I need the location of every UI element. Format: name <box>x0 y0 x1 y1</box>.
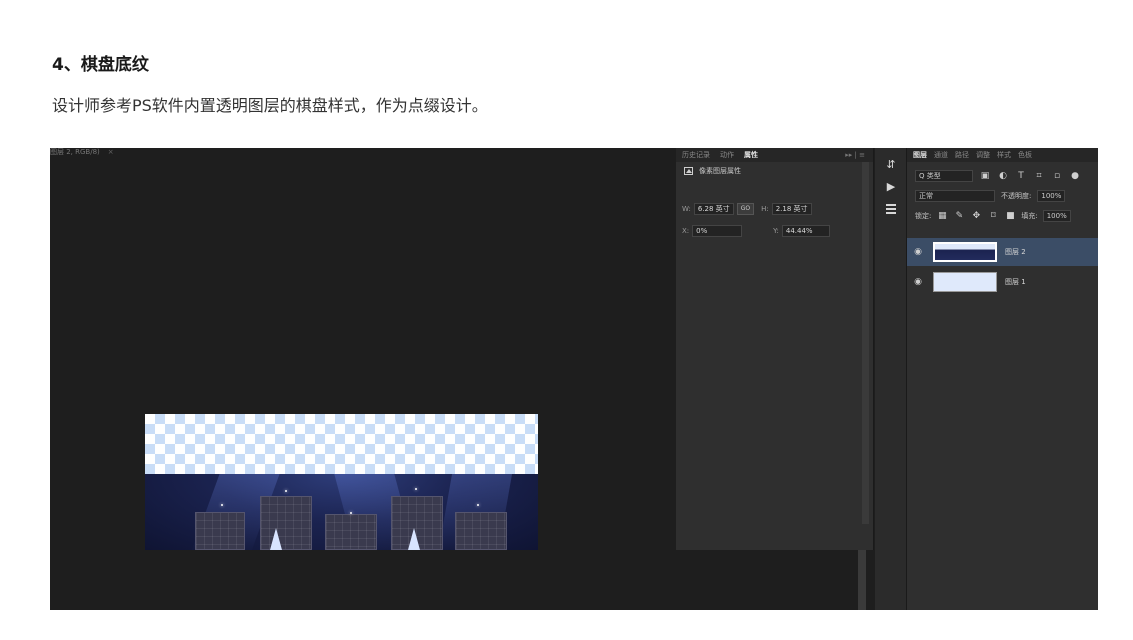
position-row: X: 0% Y: 44.44% <box>682 225 830 237</box>
properties-panel: 历史记录 动作 属性 ▸▸ | ≡ 像素图层属性 W: 6.28 英寸 GO H… <box>676 148 874 550</box>
layers-tabbar: 图层 通道 路径 调整 样式 色板 <box>907 148 1098 162</box>
sparkle <box>221 504 223 506</box>
tab-swatches[interactable]: 色板 <box>1018 150 1032 160</box>
height-label: H: <box>761 205 769 213</box>
play-icon[interactable]: ▶ <box>884 180 898 193</box>
layer-filter-row: Q 类型 ▣ ◐ T ⌗ ▫ ● <box>907 170 1098 182</box>
link-dimensions-button[interactable]: GO <box>736 203 755 215</box>
photoshop-screenshot: 图层 2, RGB/8) × 历史记录 动作 属性 ▸▸ | ≡ 像素图层属性 … <box>50 148 1098 610</box>
document-tab[interactable]: 图层 2, RGB/8) × <box>50 148 114 156</box>
tab-properties[interactable]: 属性 <box>744 150 758 160</box>
tab-layers[interactable]: 图层 <box>913 150 927 160</box>
smart-object-filter-icon[interactable]: ▫ <box>1051 171 1063 181</box>
canvas-image[interactable] <box>145 414 538 550</box>
filter-kind-select[interactable]: Q 类型 <box>915 170 973 182</box>
opacity-label: 不透明度: <box>1001 192 1032 200</box>
lock-label: 锁定: <box>915 212 932 220</box>
sparkle <box>477 504 479 506</box>
tab-adjustments[interactable]: 调整 <box>976 150 990 160</box>
properties-icon[interactable] <box>884 202 898 219</box>
gift-box <box>455 512 507 550</box>
layers-panel: 图层 通道 路径 调整 样式 色板 Q 类型 ▣ ◐ T ⌗ ▫ ● 正常 不透… <box>907 148 1098 610</box>
history-icon[interactable]: ⇵ <box>884 158 898 171</box>
gift-box <box>325 514 377 550</box>
lock-row: 锁定: ▦ ✎ ✥ ⌑ ■ 填充: 100% <box>907 210 1098 222</box>
section-heading: 4、棋盘底纹 <box>52 55 149 75</box>
properties-tabbar: 历史记录 动作 属性 ▸▸ | ≡ <box>676 148 873 162</box>
canvas-scrollbar[interactable] <box>858 550 866 610</box>
properties-subtitle: 像素图层属性 <box>699 167 741 175</box>
layer-name: 图层 2 <box>1005 248 1026 256</box>
opacity-field[interactable]: 100% <box>1037 190 1066 202</box>
layer-name: 图层 1 <box>1005 278 1026 286</box>
gift-box <box>195 512 245 550</box>
tab-history[interactable]: 历史记录 <box>682 150 710 160</box>
x-field[interactable]: 0% <box>692 225 743 237</box>
transparency-checkerboard <box>145 414 538 474</box>
panel-icon-strip: ⇵ ▶ <box>875 148 907 610</box>
adjustment-filter-icon[interactable]: ◐ <box>997 171 1009 181</box>
y-field[interactable]: 44.44% <box>781 225 830 237</box>
shape-filter-icon[interactable]: ⌗ <box>1033 171 1045 181</box>
crystal-shape <box>408 528 420 550</box>
tab-channels[interactable]: 通道 <box>934 150 948 160</box>
properties-subtitle-row: 像素图层属性 <box>676 162 873 180</box>
type-filter-icon[interactable]: T <box>1015 171 1027 181</box>
tab-paths[interactable]: 路径 <box>955 150 969 160</box>
document-tab-title: 图层 2, RGB/8) <box>50 148 100 156</box>
image-icon <box>684 167 693 175</box>
width-field[interactable]: 6.28 英寸 <box>693 203 734 215</box>
image-filter-icon[interactable]: ▣ <box>979 171 991 181</box>
sparkle <box>350 512 352 514</box>
crystal-shape <box>270 528 282 550</box>
layer-row-layer-1[interactable]: ◉ 图层 1 <box>907 268 1098 296</box>
sliders-icon <box>886 204 896 214</box>
fill-label: 填充: <box>1021 212 1038 220</box>
section-description: 设计师参考PS软件内置透明图层的棋盘样式，作为点缀设计。 <box>52 96 488 115</box>
panel-menu-icon[interactable]: ▸▸ | ≡ <box>845 151 865 159</box>
layer-thumbnail <box>933 272 997 292</box>
lock-position-icon[interactable]: ✥ <box>970 211 982 221</box>
sparkle <box>415 488 417 490</box>
x-label: X: <box>682 227 690 235</box>
lock-transparency-icon[interactable]: ▦ <box>936 211 948 221</box>
tab-actions[interactable]: 动作 <box>720 150 734 160</box>
y-label: Y: <box>773 227 779 235</box>
blend-mode-select[interactable]: 正常 <box>915 190 995 202</box>
lock-artboard-icon[interactable]: ⌑ <box>987 211 999 221</box>
sparkle <box>285 490 287 492</box>
visibility-eye-icon[interactable]: ◉ <box>907 277 929 287</box>
blend-row: 正常 不透明度: 100% <box>907 190 1098 202</box>
lock-paint-icon[interactable]: ✎ <box>953 211 965 221</box>
layer-thumbnail <box>933 242 997 262</box>
lock-all-icon[interactable]: ■ <box>1004 211 1016 221</box>
close-icon[interactable]: × <box>108 148 114 156</box>
fill-field[interactable]: 100% <box>1042 210 1071 222</box>
width-label: W: <box>682 205 691 213</box>
properties-scrollbar[interactable] <box>862 162 869 524</box>
gift-box <box>260 496 312 550</box>
tab-styles[interactable]: 样式 <box>997 150 1011 160</box>
height-field[interactable]: 2.18 英寸 <box>771 203 812 215</box>
filter-toggle-icon[interactable]: ● <box>1069 171 1081 181</box>
size-row: W: 6.28 英寸 GO H: 2.18 英寸 <box>682 203 812 215</box>
visibility-eye-icon[interactable]: ◉ <box>907 247 929 257</box>
layer-row-layer-2[interactable]: ◉ 图层 2 <box>907 238 1098 266</box>
night-scene-artwork <box>145 474 538 550</box>
